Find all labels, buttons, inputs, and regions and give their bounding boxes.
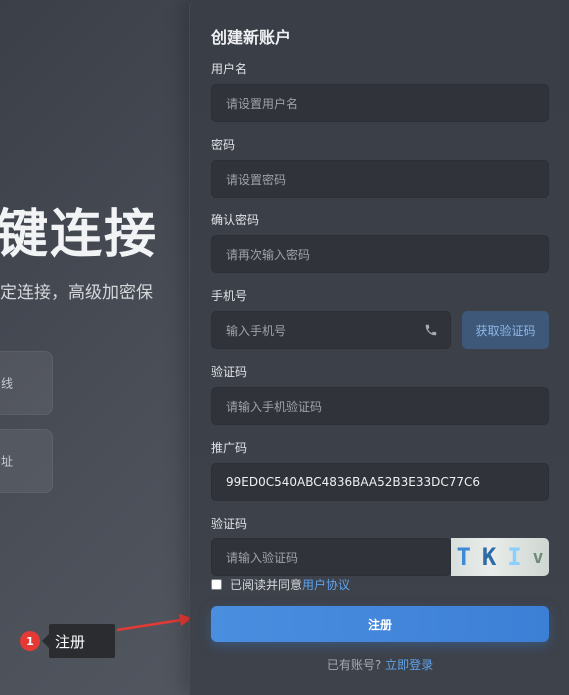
captcha-char: I <box>507 543 522 571</box>
captcha-char: v <box>532 546 544 568</box>
feature-card-text: 线 <box>1 376 14 391</box>
annotation-badge: 1 <box>20 631 40 651</box>
phone-placeholder: 输入手机号 <box>226 323 287 338</box>
confirm-password-input[interactable]: 请再次输入密码 <box>211 235 549 273</box>
get-code-button[interactable]: 获取验证码 <box>462 311 549 349</box>
agree-text: 已阅读并同意 <box>230 577 303 592</box>
username-label: 用户名 <box>211 62 248 76</box>
captcha-char: K <box>481 543 497 571</box>
phone-input[interactable]: 输入手机号 <box>211 311 451 349</box>
annotation-label: 注册 <box>49 624 115 658</box>
captcha-image[interactable]: T K I v <box>451 538 549 576</box>
referral-label: 推广码 <box>211 441 248 455</box>
register-button[interactable]: 注册 <box>211 606 549 642</box>
password-label: 密码 <box>211 138 236 152</box>
login-prompt: 已有账号? 立即登录 <box>190 656 569 673</box>
sms-code-label: 验证码 <box>211 365 248 379</box>
annotation-arrow-icon <box>116 614 193 632</box>
phone-icon <box>425 324 437 336</box>
register-panel: 创建新账户 用户名 请设置用户名 密码 请设置密码 确认密码 请再次输入密码 手… <box>189 0 569 695</box>
username-input[interactable]: 请设置用户名 <box>211 84 549 122</box>
captcha-label: 验证码 <box>211 517 248 531</box>
feature-card: 线 <box>0 351 53 415</box>
captcha-char: T <box>456 543 471 571</box>
feature-card-text: 址 <box>1 454 14 469</box>
hero-subtitle: 定连接，高级加密保 <box>0 283 153 303</box>
user-agreement-link[interactable]: 用户协议 <box>302 576 350 593</box>
password-input[interactable]: 请设置密码 <box>211 160 549 198</box>
agree-checkbox[interactable] <box>211 578 222 590</box>
captcha-input[interactable]: 请输入验证码 <box>211 538 451 576</box>
confirm-password-label: 确认密码 <box>211 213 260 227</box>
feature-card: 址 <box>0 429 53 493</box>
referral-input[interactable]: 99ED0C540ABC4836BAA52B3E33DC77C6 <box>211 463 549 501</box>
login-prompt-text: 已有账号? <box>326 658 382 672</box>
sms-code-input[interactable]: 请输入手机验证码 <box>211 387 549 425</box>
phone-label: 手机号 <box>211 289 248 303</box>
login-link[interactable]: 立即登录 <box>385 658 433 672</box>
hero-title: 键连接 <box>0 205 159 265</box>
agree-row: 已阅读并同意 用户协议 <box>211 576 350 592</box>
panel-title: 创建新账户 <box>211 28 292 47</box>
